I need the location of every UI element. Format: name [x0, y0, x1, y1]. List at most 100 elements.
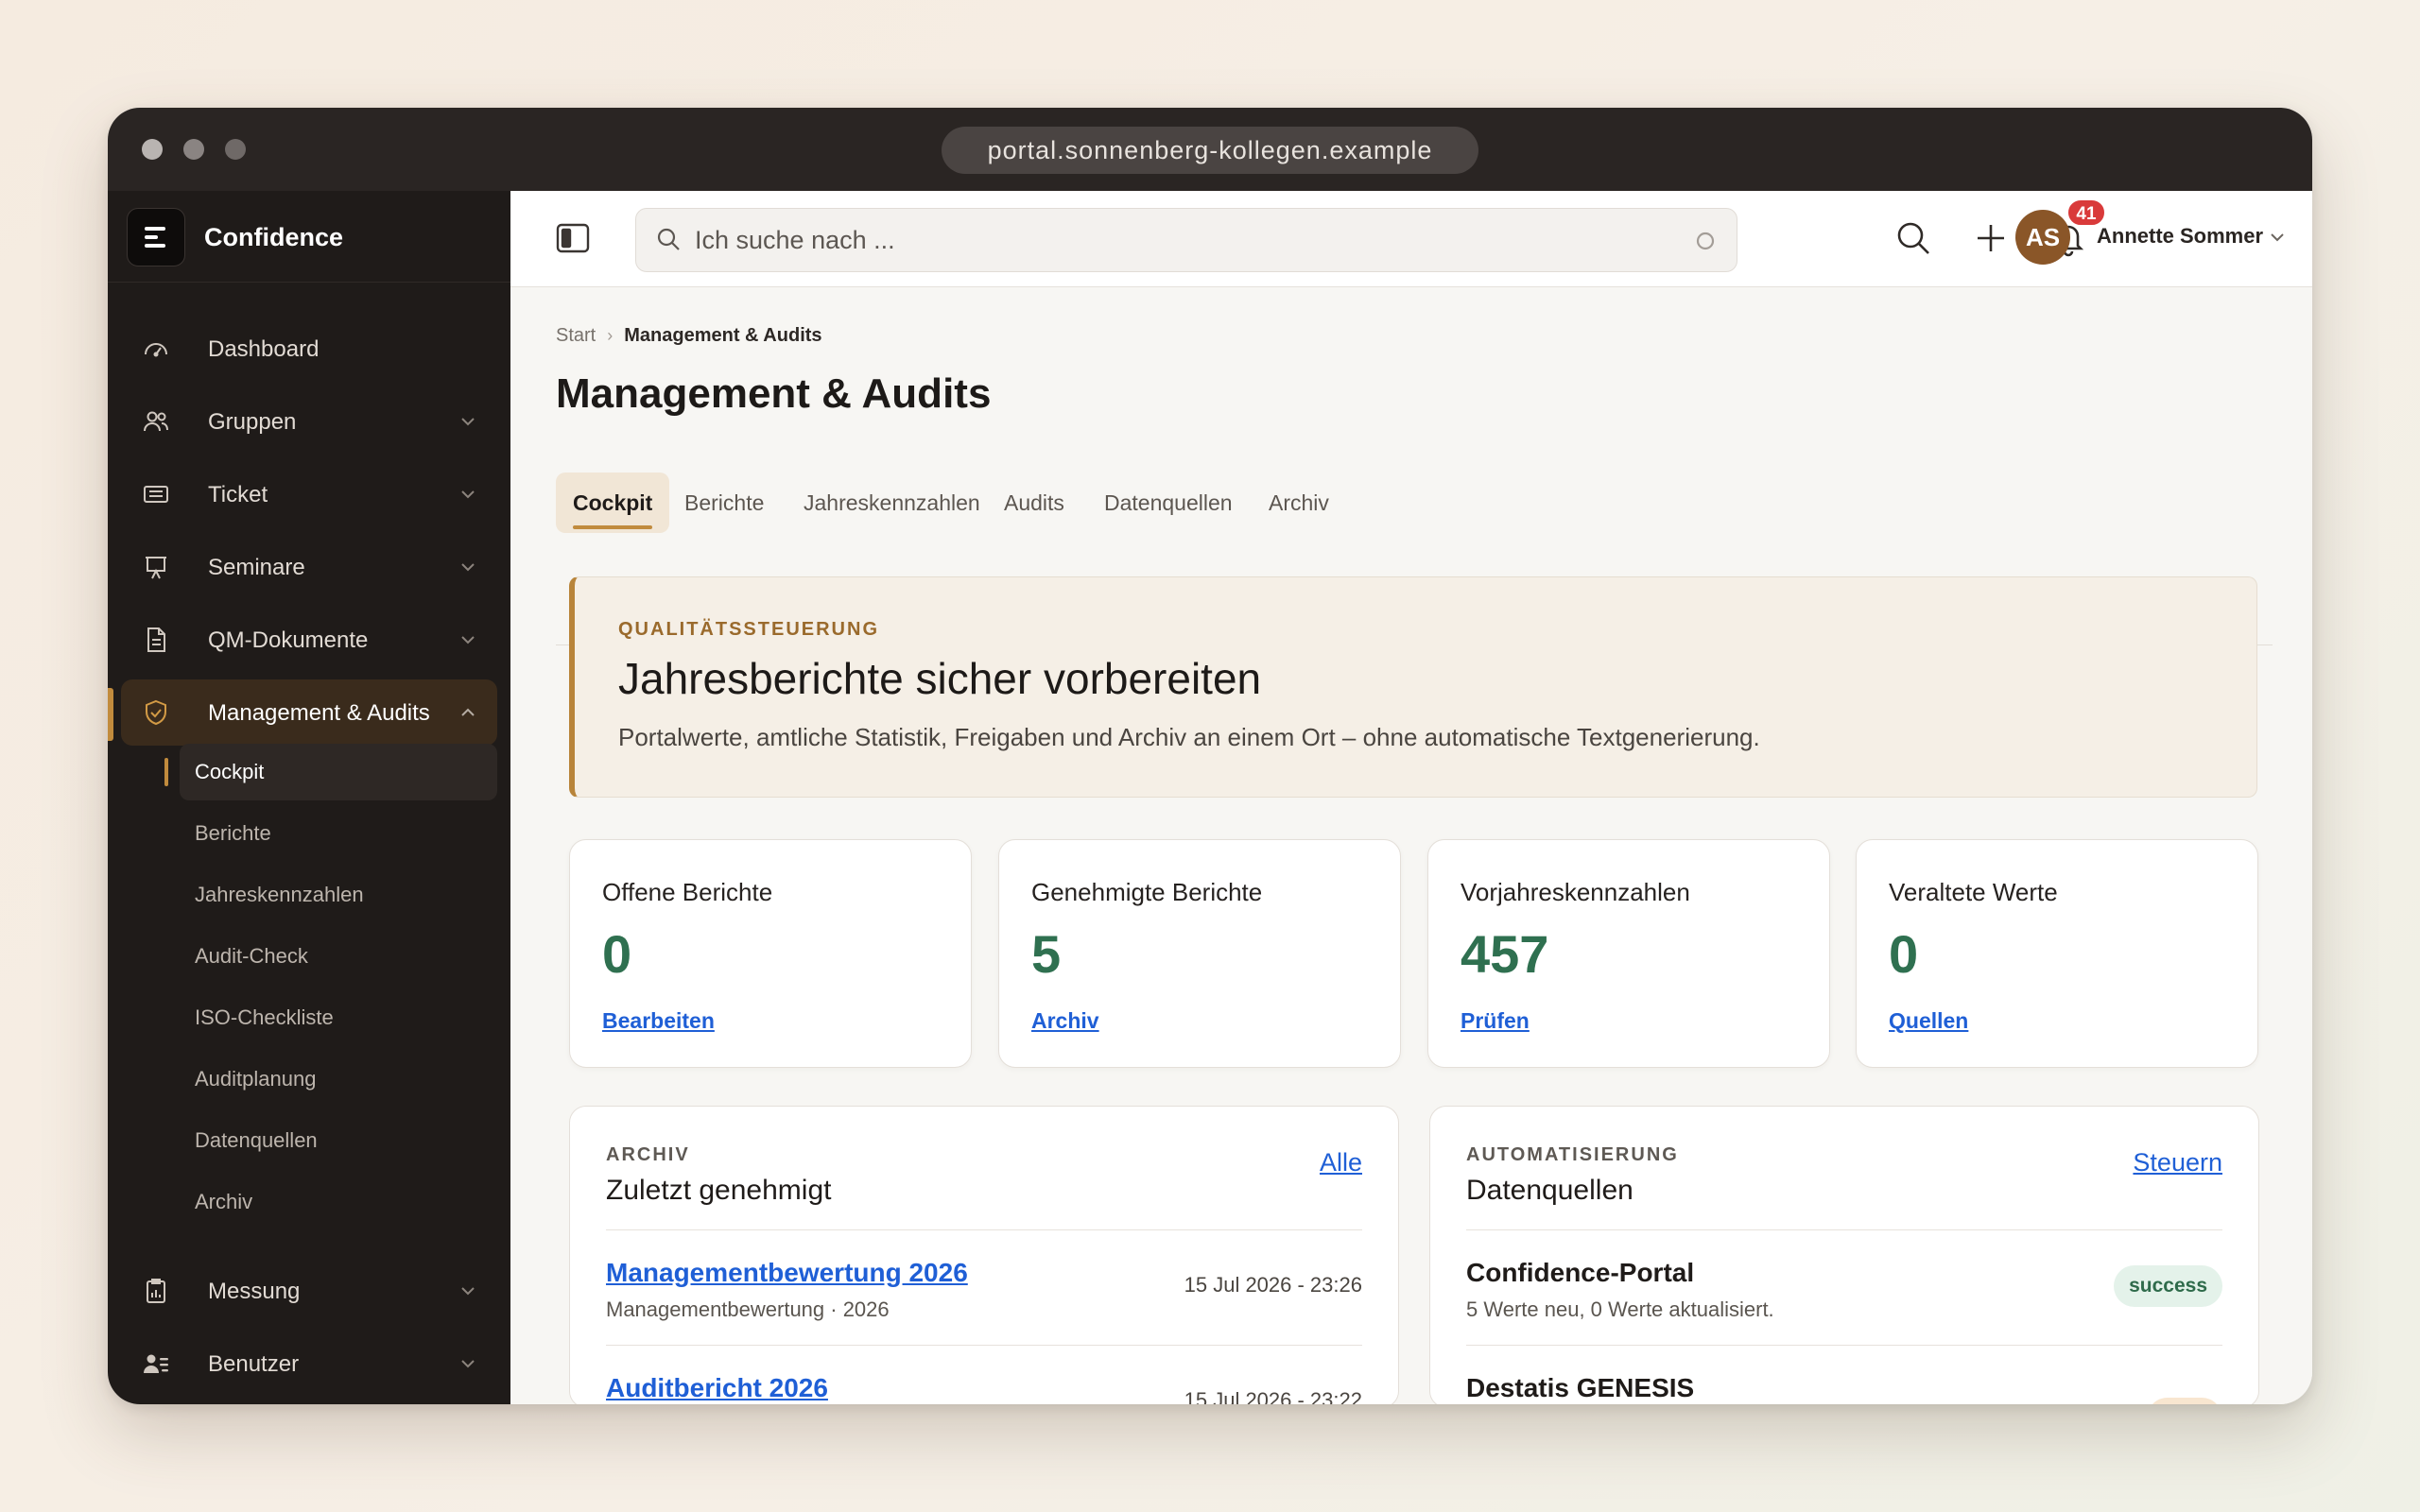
banner-headline: Jahresberichte sicher vorbereiten — [618, 654, 1262, 703]
card-action-steuern[interactable]: Steuern — [2133, 1148, 2222, 1177]
stat-link-quellen[interactable]: Quellen — [1889, 1008, 1968, 1034]
card-eyebrow: ARCHIV — [606, 1144, 690, 1165]
cards-viewport: ARCHIV Zuletzt genehmigt Alle Management… — [510, 1087, 2312, 1404]
tab-archiv[interactable]: Archiv — [1269, 472, 1329, 533]
sidebar: Confidence Dashboard Gruppen Ticket Semi… — [108, 191, 510, 1404]
archive-row-subtitle: Managementbewertung · 2026 — [606, 1297, 890, 1321]
sidebar-item-ticket[interactable]: Ticket — [121, 461, 497, 527]
search-icon[interactable] — [1894, 219, 1932, 257]
brand[interactable]: Confidence — [127, 208, 343, 266]
presentation-icon — [146, 557, 166, 579]
card-action-alle[interactable]: Alle — [1320, 1148, 1362, 1177]
page-title: Management & Audits — [556, 370, 992, 417]
stat-link-pruefen[interactable]: Prüfen — [1461, 1008, 1530, 1034]
source-row-subtitle: 5 Werte neu, 0 Werte aktualisiert. — [1466, 1297, 1774, 1321]
breadcrumb: Start › Management & Audits — [556, 325, 822, 347]
archive-row-title[interactable]: Managementbewertung 2026 — [606, 1258, 968, 1288]
sidebar-subitem-iso-checkliste[interactable]: ISO-Checkliste — [180, 989, 497, 1046]
clipboard-chart-icon — [147, 1279, 165, 1303]
chevron-up-icon — [461, 708, 475, 716]
sidebar-subitem-datenquellen[interactable]: Datenquellen — [180, 1112, 497, 1169]
sidebar-item-label: Gruppen — [208, 409, 297, 435]
chevron-down-icon — [461, 1287, 475, 1296]
sidebar-item-benutzer[interactable]: Benutzer — [121, 1331, 497, 1397]
ticket-icon — [144, 486, 168, 503]
stat-label: Offene Berichte — [602, 878, 773, 906]
chevron-down-icon[interactable] — [2267, 227, 2288, 248]
card-divider — [606, 1345, 1362, 1346]
status-badge: success — [2114, 1265, 2222, 1307]
stat-label: Veraltete Werte — [1889, 878, 2058, 906]
stat-card-veraltete-werte: Veraltete Werte 0 Quellen — [1856, 839, 2258, 1068]
sidebar-item-label: Management & Audits — [208, 700, 430, 726]
chevron-down-icon — [461, 418, 475, 426]
sidebar-item-label: Ticket — [208, 482, 268, 507]
sidebar-toggle-icon[interactable] — [554, 219, 592, 257]
stat-label: Genehmigte Berichte — [1031, 878, 1263, 906]
window-close-button[interactable] — [142, 139, 163, 160]
top-bar: 41 AS Annette Sommer — [510, 191, 2312, 287]
banner-description: Portalwerte, amtliche Statistik, Freigab… — [618, 723, 1760, 751]
sidebar-item-label: Messung — [208, 1279, 301, 1304]
sidebar-subitem-auditplanung[interactable]: Auditplanung — [180, 1051, 497, 1108]
tab-datenquellen[interactable]: Datenquellen — [1104, 472, 1233, 533]
stat-value: 5 — [1031, 924, 1062, 984]
tab-jahreskennzahlen[interactable]: Jahreskennzahlen — [804, 472, 980, 533]
stat-link-archiv[interactable]: Archiv — [1031, 1008, 1099, 1034]
source-row-title: Confidence-Portal — [1466, 1258, 1695, 1287]
card-divider — [1466, 1345, 2222, 1346]
gauge-icon — [145, 343, 167, 357]
sidebar-item-label: Dashboard — [208, 336, 320, 362]
sidebar-subitem-audit-check[interactable]: Audit-Check — [180, 928, 497, 985]
address-bar[interactable]: portal.sonnenberg-kollegen.example — [942, 127, 1478, 174]
sidebar-divider — [108, 282, 510, 283]
card-eyebrow: AUTOMATISIERUNG — [1466, 1144, 1679, 1165]
window-maximize-button[interactable] — [225, 139, 246, 160]
sidebar-item-gruppen[interactable]: Gruppen — [121, 388, 497, 455]
sidebar-subitem-jahreskennzahlen[interactable]: Jahreskennzahlen — [180, 867, 497, 923]
breadcrumb-current: Management & Audits — [624, 325, 822, 346]
sidebar-subitem-cockpit[interactable]: Cockpit — [180, 744, 497, 800]
breadcrumb-root[interactable]: Start — [556, 325, 596, 347]
stat-card-genehmigte-berichte: Genehmigte Berichte 5 Archiv — [998, 839, 1401, 1068]
stat-link-bearbeiten[interactable]: Bearbeiten — [602, 1008, 715, 1034]
sidebar-item-qm-dokumente[interactable]: QM-Dokumente — [121, 607, 497, 673]
search-bar[interactable] — [635, 208, 1737, 272]
sidebar-item-messung[interactable]: Messung — [121, 1258, 497, 1324]
title-bar: portal.sonnenberg-kollegen.example — [108, 108, 2312, 191]
tab-cockpit[interactable]: Cockpit — [556, 472, 670, 533]
banner-eyebrow: QUALITÄTSSTEUERUNG — [618, 619, 879, 640]
sidebar-item-seminare[interactable]: Seminare — [121, 534, 497, 600]
sidebar-subitem-berichte[interactable]: Berichte — [180, 805, 497, 862]
stat-card-vorjahreskennzahlen: Vorjahreskennzahlen 457 Prüfen — [1427, 839, 1830, 1068]
spinner-icon — [1696, 232, 1715, 250]
sub-item-active-indicator — [164, 758, 168, 786]
sidebar-active-indicator — [108, 688, 113, 741]
chevron-down-icon — [461, 1360, 475, 1368]
sidebar-item-dashboard[interactable]: Dashboard — [121, 316, 497, 382]
brand-logo-icon — [127, 208, 185, 266]
stat-card-offene-berichte: Offene Berichte 0 Bearbeiten — [569, 839, 972, 1068]
tab-audits[interactable]: Audits — [1004, 472, 1064, 533]
document-icon — [147, 627, 165, 652]
stat-value: 0 — [1889, 924, 1919, 984]
source-row-title: Destatis GENESIS — [1466, 1373, 1695, 1402]
sidebar-item-management-audits[interactable]: Management & Audits — [121, 679, 497, 746]
plus-icon[interactable] — [1972, 219, 2010, 257]
sidebar-subitem-archiv[interactable]: Archiv — [180, 1174, 497, 1230]
archive-row-date: 15 Jul 2026 - 23:26 — [1184, 1273, 1362, 1297]
archive-row-date: 15 Jul 2026 - 23:22 — [1184, 1388, 1362, 1404]
avatar[interactable]: AS — [2015, 210, 2070, 265]
chevron-down-icon — [461, 490, 475, 499]
search-input[interactable] — [695, 209, 1659, 271]
tab-berichte[interactable]: Berichte — [684, 472, 764, 533]
stat-value: 0 — [602, 924, 632, 984]
user-name[interactable]: Annette Sommer — [2097, 224, 2263, 249]
status-badge — [2147, 1398, 2222, 1404]
breadcrumb-separator-icon: › — [607, 326, 614, 345]
search-icon — [657, 228, 680, 250]
card-divider — [1466, 1229, 2222, 1230]
archive-row-title[interactable]: Auditbericht 2026 — [606, 1373, 828, 1403]
window-minimize-button[interactable] — [183, 139, 204, 160]
shield-check-icon — [146, 699, 166, 726]
